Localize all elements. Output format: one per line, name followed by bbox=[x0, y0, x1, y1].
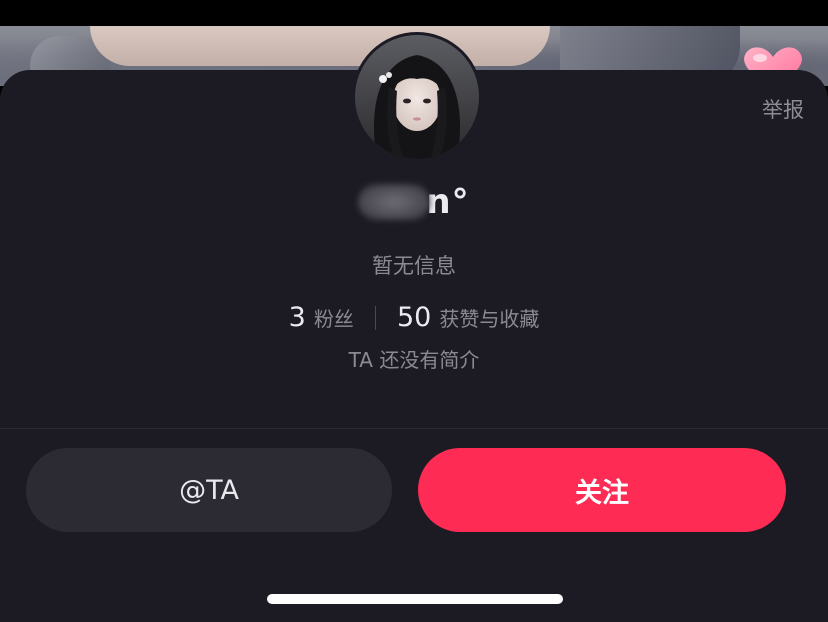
stat-likes[interactable]: 50 获赞与收藏 bbox=[397, 302, 539, 333]
follow-button[interactable]: 关注 bbox=[418, 448, 786, 532]
stat-divider bbox=[374, 305, 376, 330]
status-bar bbox=[0, 0, 828, 26]
mention-button[interactable]: @TA bbox=[26, 448, 392, 532]
profile-card-screen: 举报 n° 暂无信息 3 粉丝 50 获赞与收藏 TA 还没有简介 @TA 关注 bbox=[0, 0, 828, 622]
info-text: 暂无信息 bbox=[372, 254, 456, 278]
stat-followers[interactable]: 3 粉丝 bbox=[289, 302, 354, 333]
username-redaction bbox=[358, 184, 431, 220]
username: n° bbox=[0, 182, 828, 230]
bio-text: TA 还没有简介 bbox=[348, 348, 480, 372]
home-indicator[interactable] bbox=[267, 594, 563, 604]
followers-label: 粉丝 bbox=[313, 307, 354, 331]
likes-label: 获赞与收藏 bbox=[439, 307, 540, 331]
username-text: n° bbox=[426, 182, 470, 222]
likes-count: 50 bbox=[397, 302, 432, 333]
stats-row: 3 粉丝 50 获赞与收藏 bbox=[0, 302, 828, 333]
followers-count: 3 bbox=[288, 302, 306, 333]
profile-bottom-sheet: 举报 n° 暂无信息 3 粉丝 50 获赞与收藏 TA 还没有简介 @TA 关注 bbox=[0, 32, 828, 622]
divider bbox=[0, 428, 828, 429]
avatar[interactable] bbox=[352, 32, 482, 162]
report-link[interactable]: 举报 bbox=[762, 94, 804, 124]
